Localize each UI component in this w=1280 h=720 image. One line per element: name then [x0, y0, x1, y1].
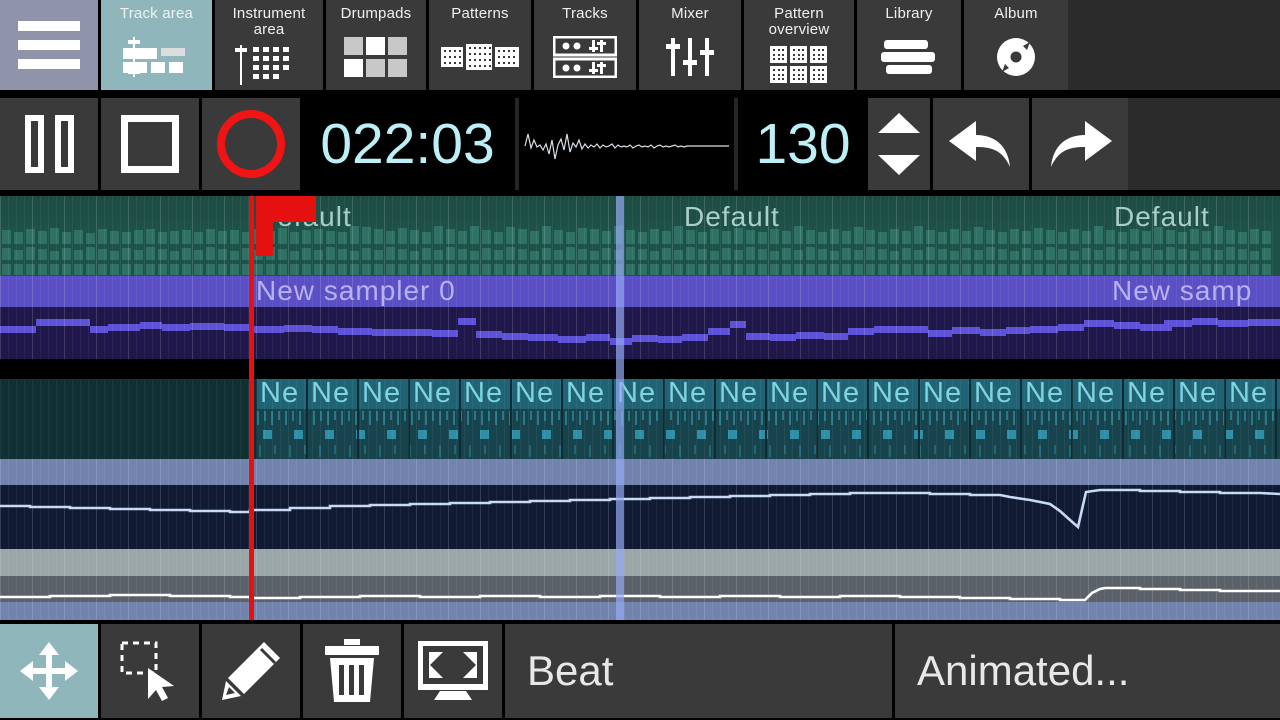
chevron-down-icon[interactable]	[878, 155, 920, 175]
tab-tracks[interactable]: Tracks	[534, 0, 636, 90]
tab-patterns-label: Patterns	[451, 5, 509, 22]
fit-to-screen-icon	[418, 641, 488, 700]
undo-icon	[949, 121, 1010, 167]
album-icon	[994, 24, 1038, 90]
tab-pattern-overview[interactable]: Pattern overview	[744, 0, 854, 90]
instrument-area-icon	[233, 40, 305, 90]
tab-mixer-label: Mixer	[671, 5, 709, 22]
tab-track-area-label: Track area	[119, 5, 194, 22]
tempo-display[interactable]: 130	[738, 94, 868, 194]
waveform-icon	[523, 133, 729, 160]
master-waveform	[519, 94, 734, 194]
tool-move[interactable]	[0, 624, 98, 718]
tab-mixer[interactable]: Mixer	[639, 0, 741, 90]
row-gridlines	[0, 276, 1280, 359]
track-area-icon	[119, 24, 195, 90]
tab-drumpads[interactable]: Drumpads	[326, 0, 426, 90]
row-gridlines-fine	[0, 379, 1280, 459]
track-area-canvas[interactable]: Default Default Default	[0, 196, 1280, 620]
tabbar-spacer	[1068, 0, 1280, 90]
main-menu-button[interactable]	[0, 0, 98, 90]
tool-select[interactable]	[101, 624, 199, 718]
track-row-sampler[interactable]: New sampler 0 New samp	[0, 276, 1280, 359]
library-icon	[881, 24, 937, 90]
stop-button[interactable]	[101, 98, 199, 190]
position-display[interactable]: 022:03	[300, 94, 515, 194]
tracks-icon	[553, 24, 617, 90]
record-button[interactable]	[202, 98, 300, 190]
tab-album[interactable]: Album	[964, 0, 1068, 90]
tab-library-label: Library	[885, 5, 933, 22]
playhead-line[interactable]	[249, 196, 254, 620]
pause-button[interactable]	[0, 98, 98, 190]
tab-track-area[interactable]: Track area	[101, 0, 212, 90]
redo-icon	[1051, 121, 1112, 167]
row-gridlines	[0, 459, 1280, 549]
chevron-up-icon[interactable]	[878, 113, 920, 133]
tool-delete[interactable]	[303, 624, 401, 718]
tempo-value: 130	[755, 111, 851, 176]
quantize-value: Beat	[527, 647, 614, 694]
tempo-stepper[interactable]	[868, 98, 930, 190]
tab-pattern-overview-label-2: overview	[768, 21, 830, 38]
tool-draw[interactable]	[202, 624, 300, 718]
tab-instrument-area-label-2: area	[253, 21, 285, 38]
pencil-icon	[222, 642, 280, 700]
stop-icon	[121, 115, 179, 173]
pattern-overview-icon	[770, 40, 828, 90]
track-row-automation-2[interactable]	[0, 549, 1280, 620]
position-value: 022:03	[320, 111, 495, 176]
tab-tracks-label: Tracks	[562, 5, 608, 22]
move-arrows-icon	[20, 642, 78, 700]
record-icon	[217, 110, 285, 178]
marker-flag-stem	[256, 196, 273, 256]
transport-spacer	[1128, 98, 1280, 190]
loop-marker-line[interactable]	[616, 196, 624, 620]
track-row-clips[interactable]: Ne Ne Ne Ne Ne Ne Ne Ne Ne Ne Ne Ne Ne Ne Ne Ne Ne Ne Ne Ne	[0, 379, 1280, 459]
marquee-select-icon	[120, 641, 174, 701]
transport-bar: 022:03 130	[0, 94, 1280, 194]
patterns-icon	[441, 24, 519, 90]
bottom-toolbar: Beat Animated...	[0, 624, 1280, 720]
drumpads-icon	[343, 24, 409, 90]
tab-album-label: Album	[994, 5, 1038, 22]
row-gridlines	[0, 549, 1280, 620]
tab-instrument-area-label-1: Instrument	[232, 5, 306, 22]
tab-pattern-overview-label-1: Pattern	[774, 5, 824, 22]
quantize-selector[interactable]: Beat	[505, 624, 892, 718]
tab-drumpads-label: Drumpads	[340, 5, 412, 22]
app-root: Track area Instrument area Drumpads Patt…	[0, 0, 1280, 720]
mode-value: Animated...	[917, 647, 1130, 694]
top-tab-bar: Track area Instrument area Drumpads Patt…	[0, 0, 1280, 90]
tab-patterns[interactable]: Patterns	[429, 0, 531, 90]
track-row-spacer	[0, 359, 1280, 379]
mode-selector[interactable]: Animated...	[895, 624, 1280, 718]
undo-button[interactable]	[933, 98, 1029, 190]
row-gridlines	[0, 196, 1280, 276]
redo-button[interactable]	[1032, 98, 1128, 190]
mixer-icon	[665, 24, 715, 90]
track-row-drum[interactable]: Default Default Default	[0, 196, 1280, 276]
hamburger-menu-icon	[18, 21, 80, 69]
trash-icon	[325, 639, 379, 702]
tool-fit-screen[interactable]	[404, 624, 502, 718]
pause-icon	[24, 115, 74, 173]
position-marker-flag[interactable]	[256, 196, 316, 256]
tab-library[interactable]: Library	[857, 0, 961, 90]
track-row-automation-1[interactable]	[0, 459, 1280, 549]
tab-instrument-area[interactable]: Instrument area	[215, 0, 323, 90]
